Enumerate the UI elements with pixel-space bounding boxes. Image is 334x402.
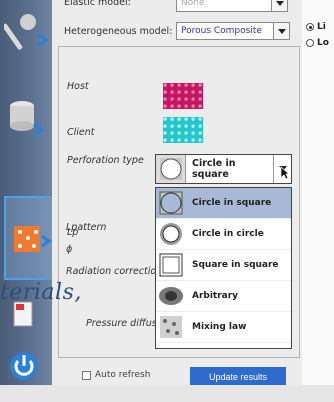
client-label: Client [67,127,95,138]
update-results-button[interactable]: Update results [190,367,286,385]
radio-label: Lo [317,38,329,48]
circle-in-square-icon [156,155,186,183]
sidebar [0,0,54,385]
option-label: Arbitrary [192,291,239,301]
mouse-cursor-icon [280,166,290,183]
heterogeneous-model-label: Heterogeneous model: [64,26,173,37]
option-label: Square in square [192,260,279,270]
elastic-model-select[interactable]: None [176,0,288,12]
circle-in-circle-icon [156,220,186,249]
lpattern-label: Lpattern [66,222,107,233]
arbitrary-pattern-icon [156,282,186,311]
auto-refresh-label: Auto refresh [95,370,151,380]
radio-unselected-icon[interactable] [306,39,314,47]
heterogeneous-model-select[interactable]: Porous Composite [176,22,290,40]
elastic-model-label: Elastic model: [64,0,131,8]
power-icon[interactable] [4,346,50,402]
radio-option-lo[interactable]: Lo [306,38,329,48]
square-in-square-icon [156,251,186,280]
perforation-type-select[interactable]: Circle in square [155,154,292,184]
option-mixing-law[interactable]: Mixing law [156,312,291,343]
option-circle-in-circle[interactable]: Circle in circle [156,219,291,250]
phi-label: ϕ [66,244,73,255]
option-label: Circle in circle [192,229,264,239]
elastic-model-value: None [181,0,205,8]
chevron-down-icon[interactable] [273,23,289,39]
radio-option-li[interactable]: Li [306,22,326,32]
background-watermark-text: terials, [0,280,82,305]
client-material-swatch[interactable] [163,117,203,143]
perforation-type-label: Perforation type [67,155,144,166]
option-square-in-square[interactable]: Square in square [156,250,291,281]
option-arbitrary[interactable]: Arbitrary [156,281,291,312]
perforation-type-value: Circle in square [192,158,236,180]
radiation-correction-label: Radiation correction [66,266,163,277]
right-options-panel: Li Lo [302,0,334,385]
chevron-down-icon[interactable] [271,0,287,11]
checkbox-icon[interactable] [82,370,91,380]
auto-refresh-checkbox[interactable]: Auto refresh [82,370,150,380]
database-icon[interactable] [4,92,50,148]
radio-label: Li [317,22,326,32]
host-label: Host [67,81,89,92]
host-material-swatch[interactable] [163,83,203,109]
radio-selected-icon[interactable] [306,23,314,31]
bottom-bar: Auto refresh Update results [52,366,302,385]
option-label: Mixing law [192,322,247,332]
tools-icon[interactable] [2,4,50,60]
material-icon[interactable] [4,196,54,280]
main-panel: Elastic model: None Heterogeneous model:… [52,0,302,385]
perforation-type-dropdown: Circle in square Circle in circle Square… [155,187,292,349]
option-label: Circle in square [192,198,272,208]
heterogeneous-model-value: Porous Composite [181,26,262,36]
mixing-law-icon [156,313,186,342]
option-circle-in-square[interactable]: Circle in square [156,188,291,219]
circle-in-square-icon [156,189,186,218]
